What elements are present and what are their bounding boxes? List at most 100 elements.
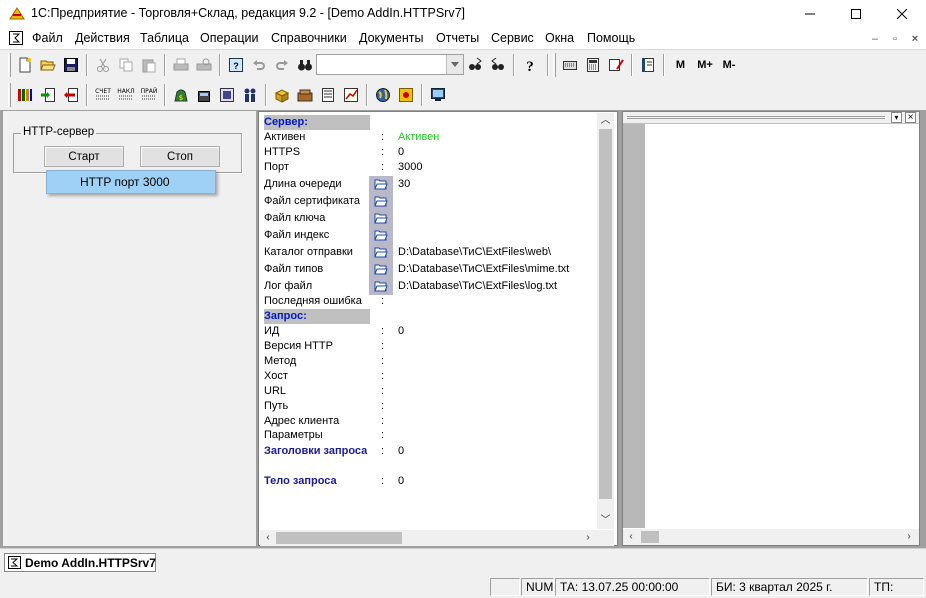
- open-folder-icon[interactable]: [37, 54, 58, 75]
- horizontal-scroll-thumb[interactable]: [276, 532, 402, 544]
- minimize-button[interactable]: [787, 0, 833, 28]
- memory-plus-button[interactable]: M+: [693, 54, 717, 75]
- globe-icon[interactable]: [372, 84, 393, 105]
- calendar-sun-icon[interactable]: [395, 84, 416, 105]
- bank-statement-icon[interactable]: [216, 84, 237, 105]
- journal-book-icon[interactable]: [637, 54, 658, 75]
- toolbar-grip[interactable]: [8, 83, 11, 107]
- system-menu-icon[interactable]: [9, 31, 23, 45]
- report-sheet-icon[interactable]: [317, 84, 338, 105]
- index-folder-button[interactable]: [369, 227, 393, 244]
- memory-minus-button[interactable]: M-: [717, 54, 741, 75]
- catalog-books-icon[interactable]: [14, 84, 35, 105]
- invoice-icon[interactable]: СЧЕТ: [92, 84, 113, 105]
- row-id: ИД : 0: [264, 324, 604, 340]
- queue-label: Длина очереди: [264, 178, 342, 190]
- row-types: Файл типов D:\Database\ТиС\ExtFiles\mime…: [264, 261, 604, 278]
- menu-reports[interactable]: Отчеты: [436, 31, 479, 45]
- redo-icon[interactable]: [271, 54, 292, 75]
- doc-restore-icon[interactable]: ▫: [888, 33, 902, 46]
- status-bi: БИ: 3 квартал 2025 г.: [711, 578, 868, 596]
- employees-icon[interactable]: [239, 84, 260, 105]
- row-index: Файл индекс: [264, 227, 604, 244]
- menu-catalogs[interactable]: Справочники: [271, 31, 347, 45]
- new-document-icon[interactable]: [14, 54, 35, 75]
- warehouse-icon[interactable]: [294, 84, 315, 105]
- https-value: 0: [398, 146, 405, 158]
- colon: :: [381, 146, 385, 158]
- window-tab[interactable]: Demo AddIn.HTTPSrv7: [4, 553, 156, 572]
- price-list-icon[interactable]: ПРАЙ: [138, 84, 159, 105]
- find-next-icon[interactable]: [464, 54, 485, 75]
- stop-button[interactable]: Стоп: [140, 146, 220, 167]
- monitor-screen-icon[interactable]: [427, 84, 448, 105]
- document-in-icon[interactable]: [37, 84, 58, 105]
- request-header-row: Запрос:: [264, 309, 604, 325]
- key-folder-button[interactable]: [369, 210, 393, 227]
- folder-open-icon: [374, 281, 388, 292]
- print-icon[interactable]: [170, 54, 191, 75]
- panel-dropdown-icon[interactable]: ▾: [891, 112, 902, 123]
- chart-report-icon[interactable]: [340, 84, 361, 105]
- caption-grip[interactable]: [627, 116, 885, 119]
- panel-close-icon[interactable]: ×: [905, 112, 916, 123]
- find-binoculars-icon[interactable]: [294, 54, 315, 75]
- start-button[interactable]: Старт: [44, 146, 124, 167]
- cut-icon[interactable]: [92, 54, 113, 75]
- horizontal-scrollbar[interactable]: ‹ ›: [623, 529, 919, 545]
- port-dropdown-item[interactable]: HTTP порт 3000: [46, 170, 216, 194]
- queue-value: 30: [398, 178, 411, 190]
- queue-folder-button[interactable]: [369, 176, 393, 193]
- text-editor-icon[interactable]: [605, 54, 626, 75]
- log-folder-button[interactable]: [369, 278, 393, 295]
- folder-open-icon: [374, 247, 388, 258]
- memory-m-button[interactable]: M: [670, 54, 691, 75]
- copy-icon[interactable]: [115, 54, 136, 75]
- combo-dropdown-button[interactable]: [446, 55, 463, 74]
- print-preview-icon[interactable]: [193, 54, 214, 75]
- doc-minimize-icon[interactable]: –: [868, 33, 882, 46]
- menu-documents[interactable]: Документы: [359, 31, 423, 45]
- find-prev-icon[interactable]: [487, 54, 508, 75]
- search-combo[interactable]: [316, 54, 464, 75]
- menu-service[interactable]: Сервис: [491, 31, 534, 45]
- toolbar-grip[interactable]: [8, 53, 11, 77]
- row-last-error: Последняя ошибка :: [264, 294, 604, 310]
- doc-close-icon[interactable]: ×: [908, 33, 922, 46]
- save-disk-icon[interactable]: [60, 54, 81, 75]
- menu-operations[interactable]: Операции: [200, 31, 258, 45]
- menu-table[interactable]: Таблица: [140, 31, 189, 45]
- toolbar-grip[interactable]: [553, 53, 556, 77]
- undo-icon[interactable]: [248, 54, 269, 75]
- goods-box-icon[interactable]: [271, 84, 292, 105]
- menu-windows[interactable]: Окна: [545, 31, 574, 45]
- close-button[interactable]: [879, 0, 925, 28]
- scroll-left-icon[interactable]: ‹: [260, 530, 276, 546]
- catalog-folder-button[interactable]: [369, 244, 393, 261]
- calendar-icon[interactable]: ?: [225, 54, 246, 75]
- menu-actions[interactable]: Действия: [75, 31, 130, 45]
- row-log: Лог файл D:\Database\ТиС\ExtFiles\log.tx…: [264, 278, 604, 295]
- paste-icon[interactable]: [138, 54, 159, 75]
- types-folder-button[interactable]: [369, 261, 393, 278]
- scroll-left-icon[interactable]: ‹: [623, 529, 639, 545]
- menu-file[interactable]: Файл: [32, 31, 63, 45]
- scroll-up-icon[interactable]: ︿: [597, 113, 614, 129]
- waybill-icon[interactable]: НАКЛ: [115, 84, 136, 105]
- help-question-icon[interactable]: ?: [519, 54, 540, 75]
- scroll-right-icon[interactable]: ›: [901, 529, 917, 545]
- keyboard-icon[interactable]: [559, 54, 580, 75]
- money-bag-icon[interactable]: $: [170, 84, 191, 105]
- document-out-icon[interactable]: [60, 84, 81, 105]
- calculator-icon[interactable]: [582, 54, 603, 75]
- scroll-down-icon[interactable]: ﹀: [597, 513, 614, 529]
- colon: :: [381, 131, 385, 143]
- horizontal-scroll-thumb[interactable]: [641, 531, 659, 543]
- vertical-scroll-thumb[interactable]: [599, 129, 612, 499]
- maximize-button[interactable]: [833, 0, 879, 28]
- menu-help[interactable]: Помощь: [587, 31, 635, 45]
- scroll-right-icon[interactable]: ›: [580, 530, 596, 546]
- cash-register-icon[interactable]: [193, 84, 214, 105]
- cert-folder-button[interactable]: [369, 193, 393, 210]
- toolbar-standard: ? ? M M+ M-: [4, 50, 742, 80]
